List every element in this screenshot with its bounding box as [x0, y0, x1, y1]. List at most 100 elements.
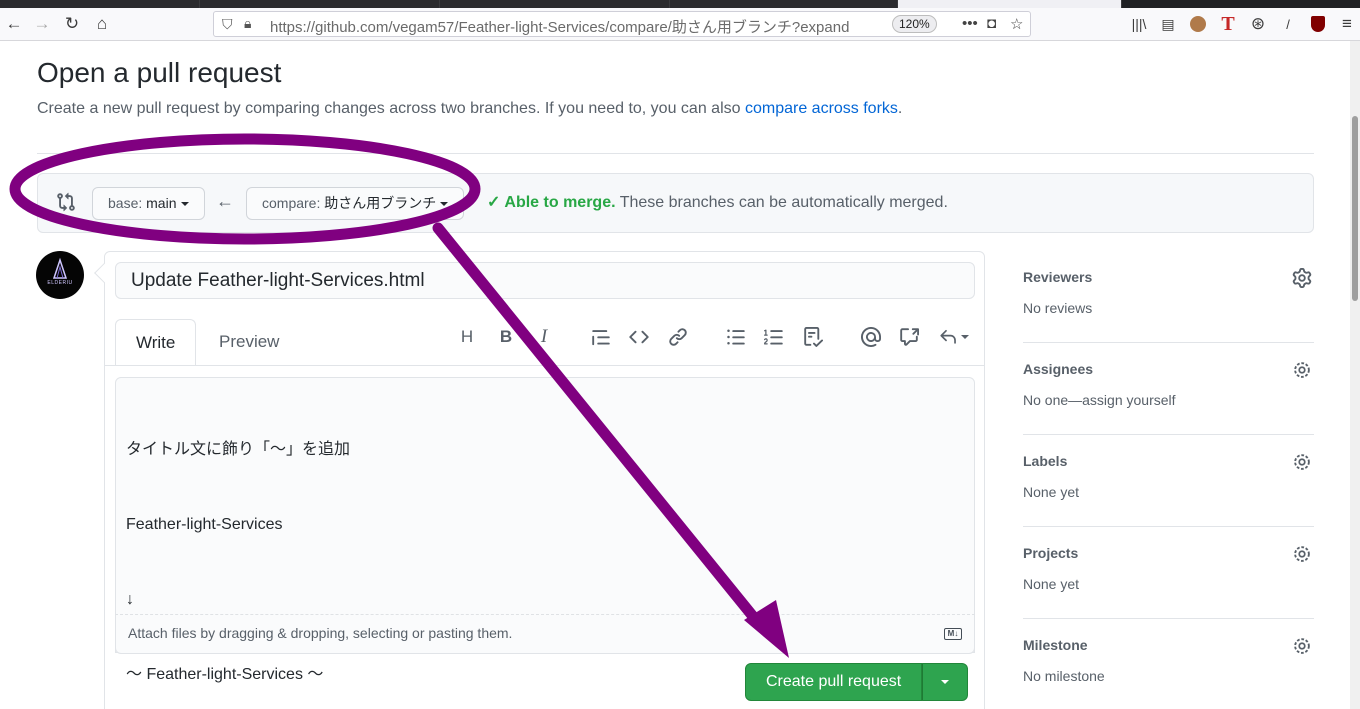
bookmark-star-icon[interactable]: ☆: [1010, 15, 1023, 33]
lock-icon[interactable]: 🔒︎: [244, 15, 251, 32]
sidebar-reviewers: Reviewers No reviews: [1023, 250, 1314, 343]
link-icon[interactable]: [667, 326, 689, 348]
gear-icon[interactable]: [1292, 544, 1312, 564]
create-pull-request-group: Create pull request: [745, 663, 969, 701]
numbered-list-icon[interactable]: [763, 326, 785, 348]
git-compare-icon: [57, 192, 75, 212]
task-list-icon[interactable]: [802, 326, 824, 348]
browser-tab[interactable]: [200, 0, 440, 8]
reply-icon[interactable]: [937, 326, 971, 348]
home-icon[interactable]: ⌂: [90, 12, 114, 36]
comment-body-textarea[interactable]: タイトル文に飾り「〜」を追加 Feather-light-Services ↓ …: [115, 377, 975, 683]
sidebar-value[interactable]: No one—assign yourself: [1023, 392, 1176, 408]
compare-branch-name: 助さん用ブランチ: [324, 195, 437, 211]
ublock-icon[interactable]: [1306, 12, 1330, 36]
merge-status: ✓ Able to merge. These branches can be au…: [487, 192, 948, 212]
sidebar-value: No milestone: [1023, 668, 1105, 684]
avatar[interactable]: ELDERIU: [36, 251, 84, 299]
gear-icon[interactable]: [1292, 636, 1312, 656]
pr-title-input[interactable]: Update Feather-light-Services.html: [115, 262, 975, 299]
zoom-badge[interactable]: 120%: [892, 15, 937, 33]
avatar-extension-icon[interactable]: [1186, 12, 1210, 36]
page-description-end: .: [897, 100, 903, 117]
quote-svg: [592, 330, 610, 346]
body-line: ↓: [126, 591, 134, 608]
italic-icon[interactable]: I: [533, 326, 555, 348]
menu-icon[interactable]: ≡: [1335, 12, 1359, 36]
sidebar-heading[interactable]: Labels: [1023, 453, 1067, 469]
browser-tab[interactable]: [670, 0, 898, 8]
gear-icon[interactable]: [1292, 268, 1312, 288]
sidebar-milestone: Milestone No milestone: [1023, 618, 1314, 709]
slash-extension-icon[interactable]: /: [1276, 12, 1300, 36]
base-branch-select[interactable]: base: main: [92, 187, 205, 220]
code-svg: [629, 330, 649, 344]
tracking-shield-icon[interactable]: ⛉: [222, 16, 233, 33]
reference-svg: [900, 328, 919, 346]
mention-svg: [861, 327, 881, 347]
heading-icon[interactable]: H: [456, 326, 478, 348]
browser-toolbar: ← → ↻ ⌂ ⛉ 🔒︎ https://github.com/vegam57/…: [0, 8, 1360, 41]
sidebar-value: No reviews: [1023, 300, 1093, 316]
pocket-icon[interactable]: ◘: [987, 15, 996, 32]
browser-tab[interactable]: [0, 0, 200, 8]
forward-icon[interactable]: →: [30, 12, 54, 36]
scrollbar-track[interactable]: [1350, 41, 1360, 709]
divider: [37, 153, 1314, 154]
gear-icon[interactable]: [1292, 452, 1312, 472]
compare-across-forks-link[interactable]: compare across forks: [745, 100, 898, 117]
page-actions-icon[interactable]: •••: [962, 15, 978, 32]
comment-body-text[interactable]: タイトル文に飾り「〜」を追加 Feather-light-Services ↓ …: [126, 387, 350, 709]
compare-branch-select[interactable]: compare: 助さん用ブランチ: [246, 187, 465, 220]
browser-tab-active[interactable]: [898, 0, 1122, 8]
file-attachment-bar[interactable]: Attach files by dragging & dropping, sel…: [115, 614, 975, 654]
sidebar-assignees: Assignees No one—assign yourself: [1023, 342, 1314, 435]
bold-icon[interactable]: B: [495, 326, 517, 348]
body-line: 〜 Feather-light-Services 〜: [126, 666, 324, 683]
sidebar-value: None yet: [1023, 484, 1080, 500]
url-text[interactable]: https://github.com/vegam57/Feather-light…: [270, 16, 898, 37]
sidebar-heading[interactable]: Projects: [1023, 545, 1078, 561]
link-svg: [669, 328, 687, 346]
quote-icon[interactable]: [590, 326, 612, 348]
chevron-down-icon: [180, 202, 189, 206]
chevron-down-icon: [941, 680, 950, 684]
body-line: Feather-light-Services: [126, 516, 283, 533]
bulleted-list-svg: [727, 329, 745, 345]
sidebar-icon[interactable]: ▤: [1156, 12, 1180, 36]
create-options-dropdown[interactable]: [922, 663, 969, 701]
mention-icon[interactable]: [860, 326, 882, 348]
browser-tab[interactable]: [440, 0, 670, 8]
sidebar-heading[interactable]: Reviewers: [1023, 269, 1092, 285]
tab-write[interactable]: Write: [115, 319, 197, 366]
sidebar-heading[interactable]: Assignees: [1023, 361, 1093, 377]
chevron-down-icon: [440, 202, 449, 206]
bulleted-list-icon[interactable]: [725, 326, 747, 348]
arrow-left-icon: ←: [216, 191, 234, 211]
check-icon: ✓: [487, 194, 501, 211]
tab-preview[interactable]: Preview: [199, 319, 299, 366]
page-title: Open a pull request: [37, 57, 282, 88]
address-bar[interactable]: ⛉ 🔒︎ https://github.com/vegam57/Feather-…: [213, 11, 1031, 37]
text-extension-icon[interactable]: T: [1216, 12, 1240, 36]
reply-svg: [940, 329, 956, 344]
reload-icon[interactable]: ↻: [60, 12, 84, 36]
avatar-logo-icon: [52, 257, 68, 279]
gear-icon[interactable]: [1292, 360, 1312, 380]
sidebar-value: None yet: [1023, 576, 1080, 592]
sidebar-heading[interactable]: Milestone: [1023, 637, 1088, 653]
scrollbar-thumb[interactable]: [1352, 116, 1358, 301]
steering-extension-icon[interactable]: ⊛: [1246, 12, 1270, 36]
sidebar-projects: Projects None yet: [1023, 526, 1314, 619]
reference-icon[interactable]: [898, 326, 920, 348]
code-icon[interactable]: [628, 326, 650, 348]
chevron-down-icon: [961, 335, 969, 339]
sidebar-labels: Labels None yet: [1023, 434, 1314, 527]
markdown-icon[interactable]: M↓: [944, 628, 962, 640]
library-icon[interactable]: |||\: [1127, 12, 1151, 36]
page-description: Create a new pull request by comparing c…: [37, 100, 902, 118]
back-icon[interactable]: ←: [2, 12, 26, 36]
base-branch-name: main: [146, 195, 177, 211]
browser-tab-strip: [0, 0, 1360, 8]
create-pull-request-button[interactable]: Create pull request: [745, 663, 923, 701]
